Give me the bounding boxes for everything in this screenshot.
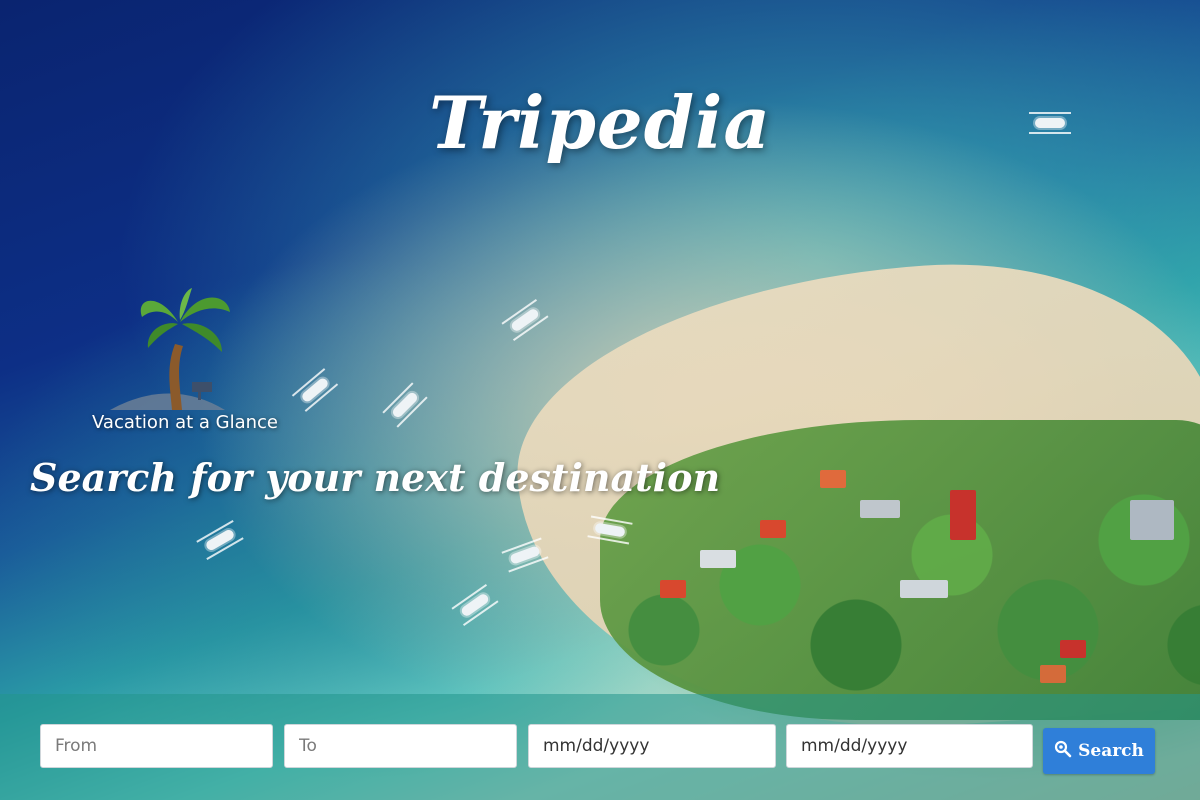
roof-decoration <box>660 580 686 598</box>
return-date-value: mm/dd/yyyy <box>801 736 908 756</box>
roof-decoration <box>760 520 786 538</box>
tagline: Search for your next destination <box>30 455 721 500</box>
site-title: Tripedia <box>428 80 772 165</box>
roof-decoration <box>820 470 846 488</box>
roof-decoration <box>860 500 900 518</box>
roof-decoration <box>1060 640 1086 658</box>
search-icon <box>1054 740 1072 763</box>
roof-decoration <box>900 580 948 598</box>
roof-decoration <box>700 550 736 568</box>
boat-decoration <box>204 528 236 552</box>
depart-date-input[interactable]: mm/dd/yyyy <box>528 724 776 768</box>
boat-decoration <box>459 592 491 618</box>
brand-logo[interactable]: Vacation at a Glance <box>60 282 310 442</box>
search-button-label: Search <box>1078 741 1144 761</box>
from-input[interactable] <box>40 724 273 768</box>
depart-date-value: mm/dd/yyyy <box>543 736 650 756</box>
palm-tree-icon <box>110 288 230 410</box>
roof-decoration <box>950 490 976 540</box>
return-date-input[interactable]: mm/dd/yyyy <box>786 724 1033 768</box>
to-input[interactable] <box>284 724 517 768</box>
search-bar: mm/dd/yyyy mm/dd/yyyy Search <box>0 694 1200 800</box>
roof-decoration <box>1040 665 1066 683</box>
roof-decoration <box>1130 500 1174 540</box>
boat-decoration <box>390 390 420 420</box>
search-button[interactable]: Search <box>1043 728 1155 774</box>
boat-decoration <box>509 307 541 333</box>
boat-decoration <box>509 545 541 565</box>
logo-text: Vacation at a Glance <box>92 412 278 433</box>
